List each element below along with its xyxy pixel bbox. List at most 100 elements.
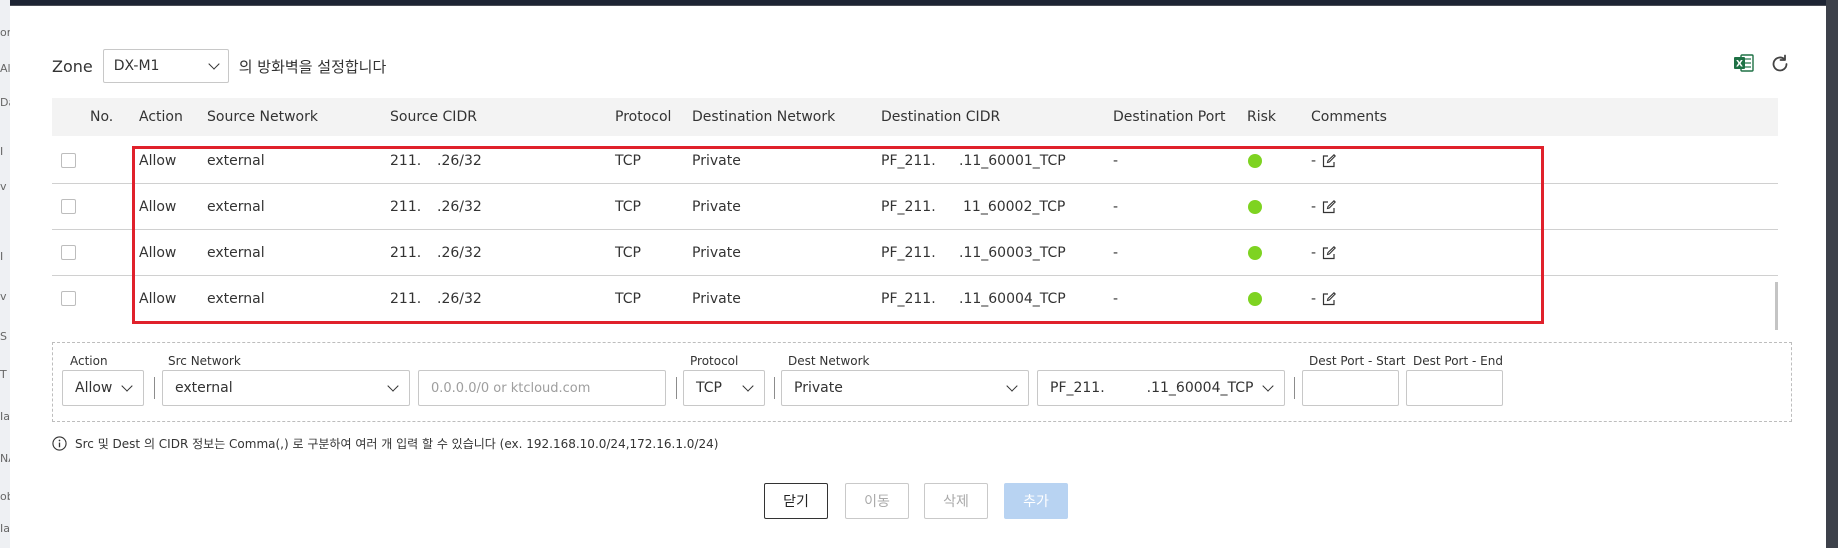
- form-separator: [774, 377, 775, 399]
- cell-source-cidr-suffix: .26/32: [437, 153, 482, 169]
- table-row: Allow external 211. .26/32 TCP Private P…: [52, 230, 1778, 276]
- zone-row: Zone DX-M1 의 방화벽을 설정합니다: [52, 48, 386, 84]
- background-text: S: [0, 330, 7, 343]
- cell-comment: -: [1311, 199, 1317, 215]
- column-header: Destination Port: [1113, 109, 1226, 125]
- table-row: Allow external 211. .26/32 TCP Private P…: [52, 138, 1778, 184]
- cell-destination-port: -: [1113, 245, 1119, 261]
- risk-indicator: [1248, 246, 1262, 260]
- action-select-value: Allow: [75, 380, 113, 396]
- cell-source-network: external: [207, 199, 265, 215]
- cell-source-cidr-prefix: 211.: [390, 153, 422, 169]
- chevron-down-icon: [1006, 380, 1018, 392]
- edit-icon[interactable]: [1322, 200, 1336, 214]
- action-label: Action: [70, 354, 108, 368]
- column-header: Destination CIDR: [881, 109, 1001, 125]
- cell-destination-cidr-suffix: .11_60004_TCP: [959, 291, 1066, 307]
- background-text: All: [0, 62, 10, 75]
- table-scrollbar[interactable]: [1775, 282, 1778, 330]
- background-text: Da: [0, 96, 10, 109]
- row-checkbox[interactable]: [61, 199, 76, 214]
- dest-network-select[interactable]: Private: [781, 370, 1029, 406]
- cell-source-cidr-prefix: 211.: [390, 291, 422, 307]
- src-cidr-input[interactable]: 0.0.0.0/0 or ktcloud.com: [418, 370, 666, 406]
- cell-destination-cidr-suffix: .11_60003_TCP: [959, 245, 1066, 261]
- column-header: Source CIDR: [390, 109, 477, 125]
- cell-action: Allow: [139, 153, 177, 169]
- background-text: v: [0, 290, 7, 303]
- chevron-down-icon: [208, 58, 220, 70]
- table-header: No. Action Source Network Source CIDR Pr…: [52, 98, 1778, 136]
- dest-network-label: Dest Network: [788, 354, 870, 368]
- dest-cidr-select-value-prefix: PF_211.: [1050, 380, 1105, 396]
- chevron-down-icon: [1262, 380, 1274, 392]
- refresh-icon[interactable]: [1769, 53, 1791, 75]
- risk-indicator: [1248, 154, 1262, 168]
- cell-protocol: TCP: [615, 199, 641, 215]
- cell-source-cidr-prefix: 211.: [390, 199, 422, 215]
- dest-port-start-label: Dest Port - Start: [1309, 354, 1406, 368]
- chevron-down-icon: [121, 380, 133, 392]
- edit-icon[interactable]: [1322, 292, 1336, 306]
- row-checkbox[interactable]: [61, 153, 76, 168]
- cell-source-cidr-suffix: .26/32: [437, 199, 482, 215]
- chevron-down-icon: [742, 380, 754, 392]
- background-page: or All Da I v I v S T Ia NA ob Ia: [0, 0, 10, 548]
- cell-comment: -: [1311, 291, 1317, 307]
- zone-description: 의 방화벽을 설정합니다: [238, 57, 387, 76]
- cell-source-cidr-suffix: .26/32: [437, 291, 482, 307]
- cell-comment: -: [1311, 245, 1317, 261]
- excel-icon[interactable]: X: [1733, 52, 1755, 74]
- background-text: I: [0, 250, 4, 263]
- src-network-select[interactable]: external: [162, 370, 410, 406]
- column-header: Source Network: [207, 109, 318, 125]
- cell-action: Allow: [139, 291, 177, 307]
- action-select[interactable]: Allow: [62, 370, 144, 406]
- cell-destination-cidr-suffix: .11_60001_TCP: [959, 153, 1066, 169]
- cell-destination-network: Private: [692, 153, 741, 169]
- top-bar: [0, 0, 1838, 5]
- row-checkbox[interactable]: [61, 245, 76, 260]
- cell-source-network: external: [207, 291, 265, 307]
- column-header: Action: [139, 109, 183, 125]
- table-row: Allow external 211. .26/32 TCP Private P…: [52, 184, 1778, 230]
- dest-port-start-input[interactable]: [1302, 370, 1399, 406]
- cidr-help-text: Src 및 Dest 의 CIDR 정보는 Comma(,) 로 구분하여 여러…: [75, 436, 719, 451]
- cell-action: Allow: [139, 199, 177, 215]
- cell-destination-network: Private: [692, 245, 741, 261]
- cell-protocol: TCP: [615, 245, 641, 261]
- zone-select[interactable]: DX-M1: [102, 49, 229, 83]
- close-button[interactable]: 닫기: [764, 483, 828, 519]
- form-separator: [1294, 377, 1295, 399]
- cell-destination-cidr-prefix: PF_211.: [881, 153, 936, 169]
- column-header: No.: [90, 109, 114, 125]
- risk-indicator: [1248, 292, 1262, 306]
- svg-text:X: X: [1736, 60, 1743, 70]
- dest-port-end-input[interactable]: [1406, 370, 1503, 406]
- add-button[interactable]: 추가: [1004, 483, 1068, 519]
- protocol-select[interactable]: TCP: [683, 370, 765, 406]
- background-text: NA: [0, 452, 10, 465]
- edit-icon[interactable]: [1322, 154, 1336, 168]
- cell-source-cidr-prefix: 211.: [390, 245, 422, 261]
- table-row: Allow external 211. .26/32 TCP Private P…: [52, 276, 1778, 322]
- edit-icon[interactable]: [1322, 246, 1336, 260]
- chevron-down-icon: [387, 380, 399, 392]
- cell-source-cidr-suffix: .26/32: [437, 245, 482, 261]
- cell-comment: -: [1311, 153, 1317, 169]
- column-header: Comments: [1311, 109, 1387, 125]
- row-checkbox[interactable]: [61, 291, 76, 306]
- cidr-help-note: Src 및 Dest 의 CIDR 정보는 Comma(,) 로 구분하여 여러…: [52, 433, 718, 453]
- src-network-select-value: external: [175, 380, 233, 396]
- column-header: Protocol: [615, 109, 672, 125]
- move-button[interactable]: 이동: [845, 483, 909, 519]
- delete-button[interactable]: 삭제: [924, 483, 988, 519]
- form-separator: [676, 377, 677, 399]
- dest-cidr-select[interactable]: PF_211. .11_60004_TCP: [1037, 370, 1285, 406]
- dest-port-end-label: Dest Port - End: [1413, 354, 1503, 368]
- cell-destination-cidr-prefix: PF_211.: [881, 199, 936, 215]
- cell-destination-port: -: [1113, 153, 1119, 169]
- firewall-modal: Zone DX-M1 의 방화벽을 설정합니다 X No. Action Sou…: [10, 6, 1826, 548]
- cell-destination-cidr-prefix: PF_211.: [881, 291, 936, 307]
- cell-destination-cidr-suffix: 11_60002_TCP: [963, 199, 1066, 215]
